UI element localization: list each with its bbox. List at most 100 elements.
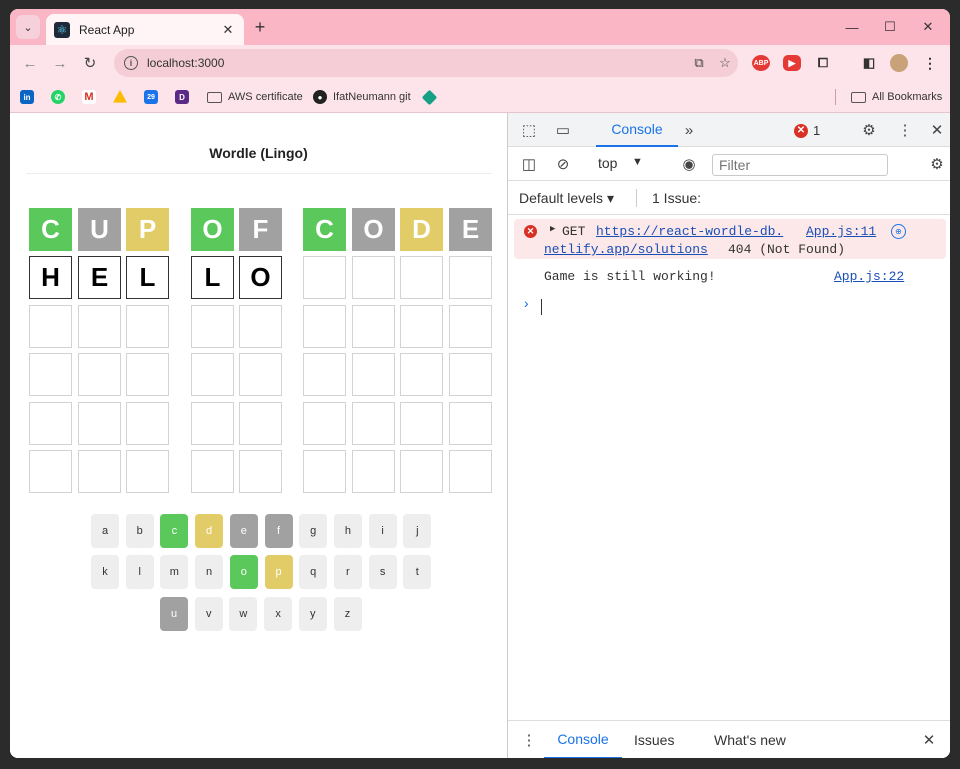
key-q[interactable]: q — [299, 555, 328, 589]
install-app-icon[interactable]: ⧉ — [686, 55, 712, 71]
solution-tile: O — [191, 208, 234, 251]
error-url-link[interactable]: https://react-wordle-db. — [596, 224, 783, 239]
key-r[interactable]: r — [333, 555, 362, 589]
close-devtools-icon[interactable]: ✕ — [926, 119, 948, 141]
key-y[interactable]: y — [298, 597, 327, 631]
browser-window: ⌄ ⚛ React App ✕ + — ☐ ✕ ← → ↻ i localhos… — [10, 9, 950, 758]
error-url-link-continued[interactable]: netlify.app/solutions — [544, 242, 708, 257]
key-x[interactable]: x — [264, 597, 293, 631]
calendar-bookmark[interactable]: 29 — [144, 89, 164, 105]
key-m[interactable]: m — [160, 555, 189, 589]
all-bookmarks[interactable]: All Bookmarks — [851, 89, 942, 105]
whatsapp-bookmark[interactable]: ✆ — [51, 89, 71, 105]
context-selector[interactable]: top — [598, 155, 617, 171]
bookmark-aws[interactable]: AWS certificate — [207, 89, 303, 105]
key-j[interactable]: j — [403, 514, 432, 548]
key-l[interactable]: l — [125, 555, 154, 589]
log-source-link[interactable]: App.js:22 — [834, 269, 904, 284]
key-t[interactable]: t — [403, 555, 432, 589]
bookmarks-bar: in ✆ M 29 D AWS certificate ● IfatNeumann… — [10, 81, 950, 113]
linkedin-bookmark[interactable]: in — [20, 89, 40, 105]
key-v[interactable]: v — [194, 597, 223, 631]
key-h[interactable]: h — [333, 514, 362, 548]
filter-input[interactable] — [712, 154, 888, 176]
key-s[interactable]: s — [368, 555, 397, 589]
reload-button[interactable]: ↻ — [78, 51, 102, 75]
guess-tile — [352, 256, 395, 299]
drawer-tab-whats-new[interactable]: What's new — [714, 721, 786, 758]
key-c[interactable]: c — [160, 514, 189, 548]
key-w[interactable]: w — [229, 597, 258, 631]
console-prompt-chevron-icon: › — [522, 297, 531, 313]
key-u[interactable]: u — [160, 597, 188, 631]
devtools-menu-icon[interactable]: ⋮ — [894, 119, 916, 141]
clear-console-icon[interactable]: ⊘ — [552, 153, 574, 175]
expand-triangle-icon[interactable]: ▶ — [550, 224, 555, 234]
video-extension-icon[interactable]: ▶ — [783, 55, 801, 71]
minimize-button[interactable]: — — [836, 15, 868, 39]
bookmark-star-icon[interactable]: ☆ — [712, 55, 738, 71]
error-source-link[interactable]: App.js:11 — [806, 224, 876, 239]
close-window-button[interactable]: ✕ — [912, 15, 944, 39]
browser-tab[interactable]: ⚛ React App ✕ — [46, 14, 244, 45]
console-output: ✕ ▶ GET https://react-wordle-db. App.js:… — [508, 215, 950, 720]
settings-gear-icon[interactable]: ⚙ — [858, 119, 880, 141]
console-input-cursor[interactable] — [541, 299, 542, 315]
log-levels-dropdown[interactable]: Default levels ▾ — [519, 190, 614, 207]
close-drawer-icon[interactable]: ✕ — [918, 729, 940, 751]
url-text[interactable]: localhost:3000 — [147, 56, 686, 70]
inspect-element-icon[interactable]: ⬚ — [518, 119, 540, 141]
drawer-tab-issues[interactable]: Issues — [634, 721, 674, 758]
empty-tile — [29, 450, 72, 493]
error-count-badge[interactable]: ✕ 1 — [794, 123, 820, 138]
side-panel-icon[interactable]: ◧ — [860, 55, 878, 71]
drawer-tab-console[interactable]: Console — [544, 721, 622, 758]
key-z[interactable]: z — [333, 597, 362, 631]
empty-tile — [449, 450, 492, 493]
key-d[interactable]: d — [195, 514, 224, 548]
key-p[interactable]: p — [264, 555, 293, 589]
address-bar[interactable]: i localhost:3000 ⧉ ☆ — [114, 49, 738, 77]
console-settings-gear-icon[interactable]: ⚙ — [926, 153, 948, 175]
key-i[interactable]: i — [368, 514, 397, 548]
diamond-bookmark[interactable] — [421, 89, 441, 105]
forward-button[interactable]: → — [48, 51, 72, 75]
key-o[interactable]: o — [229, 555, 258, 589]
key-f[interactable]: f — [264, 514, 293, 548]
gmail-bookmark[interactable]: M — [82, 89, 102, 105]
levels-divider — [636, 189, 637, 207]
key-e[interactable]: e — [229, 514, 258, 548]
key-n[interactable]: n — [195, 555, 224, 589]
extensions-puzzle-icon[interactable]: ⧠ — [814, 55, 832, 71]
profile-avatar[interactable] — [890, 54, 908, 72]
empty-tile — [400, 353, 443, 396]
key-b[interactable]: b — [125, 514, 154, 548]
devtools-tabbar: ⬚ ▭ Console » ✕ 1 ⚙ ⋮ ✕ — [508, 113, 950, 147]
drawer-menu-icon[interactable]: ⋮ — [518, 729, 540, 751]
key-g[interactable]: g — [299, 514, 328, 548]
adblock-extension-icon[interactable]: ABP — [752, 55, 770, 71]
device-toolbar-icon[interactable]: ▭ — [552, 119, 574, 141]
back-button[interactable]: ← — [18, 51, 42, 75]
key-k[interactable]: k — [91, 555, 119, 589]
issues-link[interactable]: 1 Issue: — [652, 190, 701, 206]
sidebar-toggle-icon[interactable]: ◫ — [518, 153, 540, 175]
new-tab-button[interactable]: + — [250, 17, 270, 38]
devtools-drawer: ⋮ Console Issues What's new ✕ — [508, 720, 950, 758]
more-tabs-icon[interactable]: » — [678, 119, 700, 141]
network-globe-icon[interactable]: ⊕ — [891, 224, 906, 239]
drive-bookmark[interactable] — [113, 89, 133, 105]
key-a[interactable]: a — [91, 514, 119, 548]
caret-down-icon[interactable]: ▼ — [632, 156, 643, 168]
page-title: Wordle (Lingo) — [209, 145, 308, 161]
console-filter-bar: ◫ ⊘ top ▼ ◉ ⚙ — [508, 147, 950, 181]
close-tab-icon[interactable]: ✕ — [220, 22, 236, 38]
bookmark-git[interactable]: ● IfatNeumann git — [313, 89, 411, 105]
site-info-icon[interactable]: i — [124, 56, 138, 70]
app-bookmark[interactable]: D — [175, 89, 195, 105]
menu-kebab-icon[interactable]: ⋮ — [921, 55, 939, 71]
maximize-button[interactable]: ☐ — [874, 15, 906, 39]
live-expression-eye-icon[interactable]: ◉ — [678, 153, 700, 175]
tab-console[interactable]: Console — [596, 113, 678, 147]
tab-search-button[interactable]: ⌄ — [16, 15, 40, 39]
